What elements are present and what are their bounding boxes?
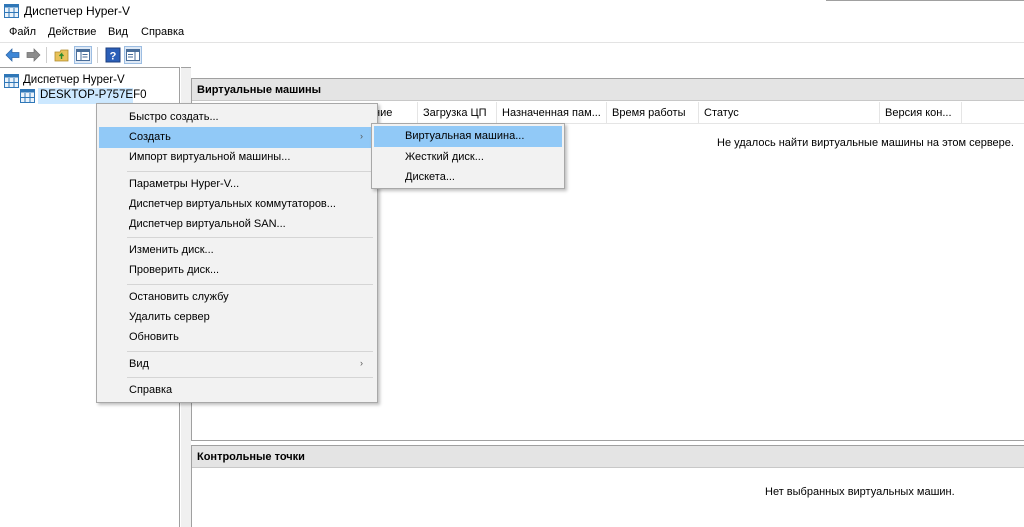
menu-separator [127,377,373,378]
svg-text:?: ? [110,51,117,63]
column-header-status[interactable]: Статус [699,102,880,124]
menu-separator [127,284,373,285]
back-arrow-icon[interactable] [4,46,22,64]
menu-separator [127,351,373,352]
submenu-arrow-icon: › [360,358,363,368]
menu-action[interactable]: Действие [48,26,96,38]
checkpoints-title: Контрольные точки [197,451,305,463]
submenu-item-virtual-machine[interactable]: Виртуальная машина... [374,126,562,147]
vm-section-title: Виртуальные машины [197,84,322,96]
checkpoints-empty-message: Нет выбранных виртуальных машин. [765,486,955,498]
window-title: Диспетчер Hyper-V [24,4,131,18]
menu-item-stop-service[interactable]: Остановить службу [99,287,375,308]
new-submenu: Виртуальная машина... Жесткий диск... Ди… [371,123,565,189]
menu-item-help[interactable]: Справка [99,380,375,401]
vm-empty-message: Не удалось найти виртуальные машины на э… [717,137,1014,149]
menu-item-inspect-disk[interactable]: Проверить диск... [99,260,375,281]
menu-help[interactable]: Справка [141,26,184,38]
hyper-v-app-icon [4,4,19,21]
menu-item-view[interactable]: Вид › [99,354,375,375]
menu-item-remove-server[interactable]: Удалить сервер [99,307,375,328]
forward-arrow-icon[interactable] [24,46,42,64]
server-icon [20,89,35,106]
checkpoints-pane: Контрольные точки Нет выбранных виртуаль… [191,445,1024,527]
checkpoints-header: Контрольные точки [192,446,1024,468]
tree-server-label: DESKTOP-P757EF0 [38,88,147,104]
column-header-uptime[interactable]: Время работы [607,102,699,124]
menu-item-edit-disk[interactable]: Изменить диск... [99,240,375,261]
menu-item-quick-create[interactable]: Быстро создать... [99,107,375,128]
context-menu: Быстро создать... Создать › Импорт виртуа… [96,103,378,403]
toolbar-separator [46,47,47,63]
vm-section-header: Виртуальные машины [192,79,1024,101]
tree-item-server[interactable]: DESKTOP-P757EF0 [19,88,147,106]
submenu-arrow-icon: › [360,131,363,141]
column-header-config-version[interactable]: Версия кон... [880,102,962,124]
menu-item-new[interactable]: Создать › [99,127,375,148]
menu-item-hyper-v-settings[interactable]: Параметры Hyper-V... [99,174,375,195]
show-hide-action-pane-icon[interactable] [124,46,142,64]
submenu-item-floppy-disk[interactable]: Дискета... [374,167,562,188]
menu-separator [127,171,373,172]
menu-item-virtual-san-manager[interactable]: Диспетчер виртуальной SAN... [99,214,375,235]
tree-root-label: Диспетчер Hyper-V [23,74,125,86]
menu-bar: Файл Действие Вид Справка [0,22,1024,42]
column-header-cpu[interactable]: Загрузка ЦП [418,102,497,124]
menu-view[interactable]: Вид [108,26,128,38]
menu-separator [127,237,373,238]
menu-item-import-vm[interactable]: Импорт виртуальной машины... [99,147,375,168]
toolbar: ? [0,42,1024,66]
menu-file[interactable]: Файл [9,26,36,38]
menu-item-refresh[interactable]: Обновить [99,327,375,348]
hyper-v-manager-icon [4,74,19,91]
show-hide-tree-icon[interactable] [74,46,92,64]
submenu-item-hard-disk[interactable]: Жесткий диск... [374,147,562,168]
toolbar-separator [97,47,98,63]
menu-item-virtual-switch-manager[interactable]: Диспетчер виртуальных коммутаторов... [99,194,375,215]
window-edge [826,0,1024,1]
up-folder-icon[interactable] [53,46,71,64]
help-icon[interactable]: ? [104,46,122,64]
column-header-memory[interactable]: Назначенная пам... [497,102,607,124]
title-bar: Диспетчер Hyper-V [0,0,1024,22]
